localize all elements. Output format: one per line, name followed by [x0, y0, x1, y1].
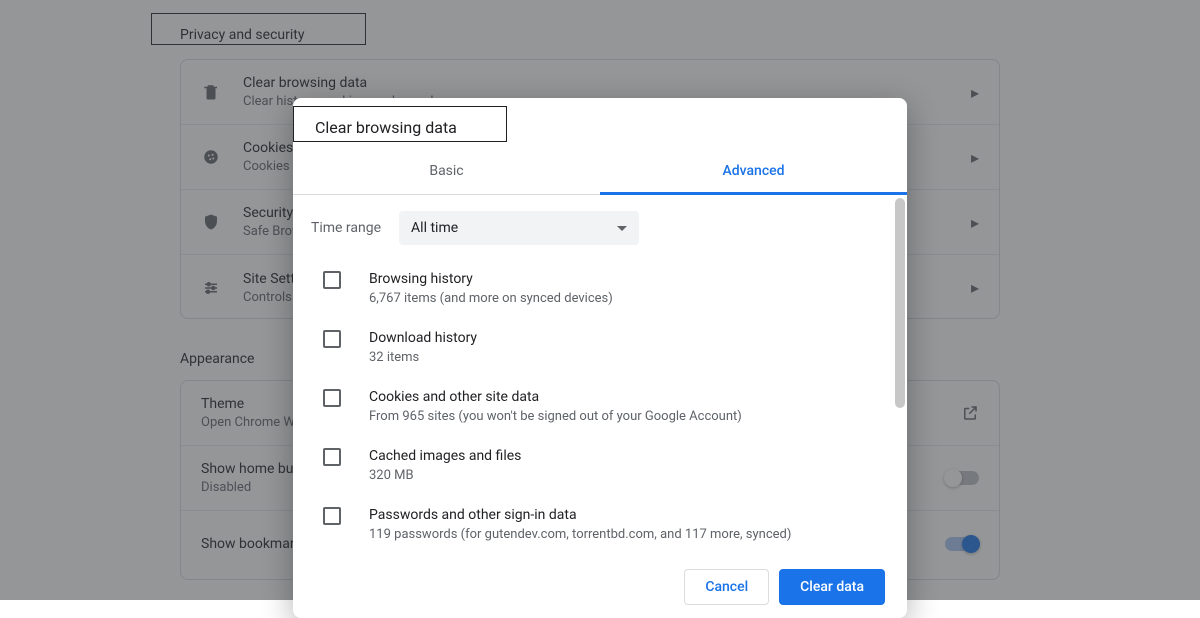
time-range-label: Time range: [311, 220, 381, 236]
option-label: Cached images and files: [369, 446, 521, 466]
tab-advanced[interactable]: Advanced: [600, 147, 907, 194]
time-range-row: Time range All time: [311, 195, 893, 259]
option-download-history[interactable]: Download history 32 items: [311, 318, 893, 377]
checkbox[interactable]: [323, 271, 341, 289]
option-browsing-history[interactable]: Browsing history 6,767 items (and more o…: [311, 259, 893, 318]
option-label: Passwords and other sign-in data: [369, 505, 791, 525]
dialog-tabs: Basic Advanced: [293, 147, 907, 195]
option-cached[interactable]: Cached images and files 320 MB: [311, 436, 893, 495]
clear-browsing-data-dialog: Clear browsing data Basic Advanced Time …: [293, 98, 907, 618]
dialog-footer: Cancel Clear data: [293, 556, 907, 618]
option-label: Download history: [369, 328, 477, 348]
checkbox[interactable]: [323, 507, 341, 525]
checkbox[interactable]: [323, 330, 341, 348]
time-range-select[interactable]: All time: [399, 211, 639, 245]
option-label: Cookies and other site data: [369, 387, 742, 407]
checkbox[interactable]: [323, 389, 341, 407]
option-sublabel: 119 passwords (for gutendev.com, torrent…: [369, 525, 791, 544]
dialog-body: Time range All time Browsing history 6,7…: [293, 195, 907, 556]
option-passwords[interactable]: Passwords and other sign-in data 119 pas…: [311, 495, 893, 554]
option-sublabel: 6,767 items (and more on synced devices): [369, 289, 613, 308]
option-sublabel: 320 MB: [369, 466, 521, 485]
option-cookies[interactable]: Cookies and other site data From 965 sit…: [311, 377, 893, 436]
caret-down-icon: [617, 226, 627, 231]
annotation-box-dialog-title: [293, 106, 507, 142]
tab-basic[interactable]: Basic: [293, 147, 600, 194]
option-sublabel: 32 items: [369, 348, 477, 367]
scrollbar-thumb[interactable]: [895, 198, 905, 408]
option-sublabel: From 965 sites (you won't be signed out …: [369, 407, 742, 426]
time-range-value: All time: [411, 220, 458, 236]
checkbox[interactable]: [323, 448, 341, 466]
option-label: Browsing history: [369, 269, 613, 289]
